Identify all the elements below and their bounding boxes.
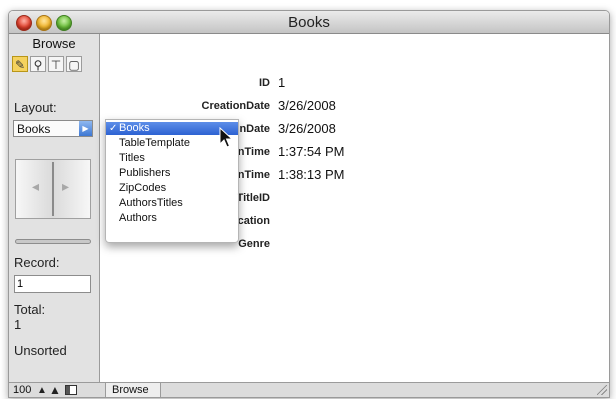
mode-popup[interactable]: Browse	[105, 383, 161, 397]
menu-item-publishers[interactable]: Publishers	[106, 167, 238, 180]
zoom-out-icon[interactable]: ▲	[37, 385, 47, 396]
menu-item-label: Publishers	[119, 167, 171, 179]
previous-page-icon[interactable]: ◂	[32, 178, 39, 195]
menu-item-label: Authors	[119, 212, 157, 224]
field-value-creation-time[interactable]: 1:37:54 PM	[278, 144, 345, 159]
bottom-bar: 100 ▲ ▲ Browse	[9, 382, 609, 397]
mouse-cursor-icon	[219, 127, 234, 148]
zoom-level[interactable]: 100	[13, 384, 31, 396]
book-spine	[52, 162, 54, 216]
menu-item-label: Titles	[119, 152, 145, 164]
popup-arrow-icon[interactable]: ▶	[79, 121, 92, 136]
menu-item-titles[interactable]: Titles	[106, 152, 238, 165]
layout-label: Layout:	[14, 100, 57, 115]
page-icon[interactable]: ▢	[66, 56, 82, 72]
mode-label: Browse	[32, 36, 76, 51]
menu-item-label: ZipCodes	[119, 182, 167, 194]
field-value-modification-date[interactable]: 3/26/2008	[278, 121, 336, 136]
book-navigator-icon[interactable]: ◂ ▸	[15, 159, 91, 219]
sort-status: Unsorted	[14, 343, 67, 358]
pencil-icon[interactable]: ✎	[12, 56, 28, 72]
field-value-id[interactable]: 1	[278, 75, 285, 90]
menu-item-zipcodes[interactable]: ZipCodes	[106, 182, 238, 195]
field-label-creation-date: CreationDate	[201, 100, 270, 112]
field-label-id: ID	[259, 77, 270, 89]
window: Books Browse ✎ ⚲ ⊤ ▢ Layout: Books ▶ ◂ ▸…	[8, 10, 610, 398]
record-label: Record:	[14, 255, 60, 270]
title-bar[interactable]: Books	[9, 11, 609, 34]
resize-grip-icon[interactable]	[597, 385, 607, 395]
checkmark-icon: ✓	[109, 123, 118, 134]
menu-item-authorstitles[interactable]: AuthorsTitles	[106, 197, 238, 210]
t-square-icon[interactable]: ⊤	[48, 56, 64, 72]
layout-popup[interactable]: Books ▶	[13, 120, 93, 137]
layout-value: Books	[17, 122, 51, 136]
menu-item-label: AuthorsTitles	[119, 197, 183, 209]
menu-item-label: TableTemplate	[119, 137, 190, 149]
window-title: Books	[288, 14, 330, 31]
total-label: Total:	[14, 302, 46, 317]
field-value-creation-date[interactable]: 3/26/2008	[278, 98, 336, 113]
toggle-status-area-icon[interactable]	[65, 385, 77, 395]
record-slider[interactable]	[15, 239, 91, 244]
status-area: Browse ✎ ⚲ ⊤ ▢ Layout: Books ▶ ◂ ▸ Recor…	[9, 34, 100, 382]
total-value: 1	[14, 317, 22, 332]
magnifier-icon[interactable]: ⚲	[30, 56, 46, 72]
field-value-modification-time[interactable]: 1:38:13 PM	[278, 167, 345, 182]
next-page-icon[interactable]: ▸	[62, 178, 69, 195]
menu-item-authors[interactable]: Authors	[106, 212, 238, 225]
menu-item-label: Books	[119, 122, 150, 134]
record-number-field[interactable]	[14, 275, 91, 293]
zoom-in-icon[interactable]: ▲	[49, 383, 61, 397]
